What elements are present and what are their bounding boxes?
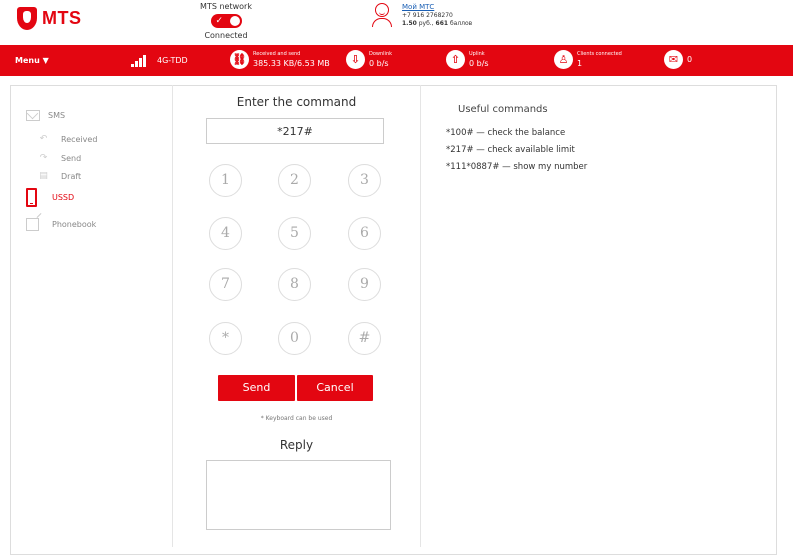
draft-icon: ▤ [39,171,48,181]
sidebar-item-ussd[interactable]: USSD [26,188,74,207]
useful-command-line: *111*0887# — show my number [446,162,588,172]
sidebar-item-phonebook[interactable]: Phonebook [26,218,96,231]
arrow-up-icon: ⇧ [446,50,465,69]
main-panel [10,85,777,555]
content-divider [420,85,421,547]
traffic-label: Received and send [253,50,301,57]
sidebar-item-sms[interactable]: SMS [26,110,65,121]
mts-logo[interactable]: MTS [17,7,82,30]
traffic-value: 385.33 KB/6.53 MB [253,58,330,68]
key-8[interactable]: 8 [278,268,311,301]
command-title: Enter the command [236,95,357,109]
user-avatar-icon [372,3,392,29]
downlink-label: Downlink [369,50,393,57]
traffic-stat: ⛓ Received and send 385.33 KB/6.53 MB [230,50,330,69]
key-3[interactable]: 3 [348,164,381,197]
sidebar-item-send[interactable]: ↷ Send [38,153,81,164]
arrow-down-icon: ⇩ [346,50,365,69]
reply-box[interactable] [206,460,391,530]
logo-text: MTS [42,8,82,28]
useful-commands-title: Useful commands [458,104,548,115]
cancel-button[interactable]: Cancel [297,375,373,401]
key-9[interactable]: 9 [348,268,381,301]
toggle-knob [229,16,240,26]
account-balance: 1.50 [402,20,417,27]
messages-count: 0 [687,55,693,64]
key-0[interactable]: 0 [278,322,311,355]
uplink-value: 0 b/s [469,58,489,68]
inbox-arrow-icon: ↶ [39,134,48,144]
clients-label: Clients connected [577,50,622,57]
sidebar-divider [172,85,173,547]
send-arrow-icon: ↷ [39,153,48,163]
network-toggle-block: MTS network ✓ Connected [196,0,256,41]
uplink-label: Uplink [469,50,485,57]
command-input[interactable] [206,118,384,144]
account-phone: +7 916 2768270 [402,12,453,19]
link-icon: ⛓ [230,50,249,69]
envelope-icon: ✉ [664,50,683,69]
menu-button[interactable]: Menu ▼ [15,45,49,76]
key-hash[interactable]: # [348,322,381,355]
useful-command-line: *217# — check available limit [446,145,575,155]
account-balance-line: 1.50 руб., 661 баллов [402,20,473,27]
useful-command-line: *100# — check the balance [446,128,566,138]
clients-value: 1 [577,58,583,68]
downlink-stat: ⇩ Downlink 0 b/s [346,50,392,69]
top-header: MTS MTS network ✓ Connected Мой МТС +7 9… [0,0,793,45]
key-7[interactable]: 7 [209,268,242,301]
network-type: 4G-TDD [157,56,188,65]
phone-icon [26,188,37,207]
key-5[interactable]: 5 [278,217,311,250]
key-star[interactable]: * [209,322,242,355]
key-6[interactable]: 6 [348,217,381,250]
sidebar-item-label: SMS [48,111,66,120]
network-toggle[interactable]: ✓ [210,14,242,28]
user-icon: ♙ [554,50,573,69]
key-4[interactable]: 4 [209,217,242,250]
downlink-value: 0 b/s [369,58,389,68]
network-status: Connected [204,31,248,40]
uplink-stat: ⇧ Uplink 0 b/s [446,50,489,69]
messages-stat[interactable]: ✉ 0 [664,50,692,69]
account-points: 661 [435,20,449,27]
status-bar: Menu ▼ 4G-TDD ⛓ Received and send 385.33… [0,45,793,76]
sidebar-item-received[interactable]: ↶ Received [38,134,98,145]
my-mts-link[interactable]: Мой МТС [402,3,472,12]
network-label: MTS network [200,2,252,11]
phonebook-icon [26,218,39,231]
signal-strength-icon [131,55,151,67]
mts-egg-icon [17,7,37,30]
clients-stat: ♙ Clients connected 1 [554,50,622,69]
envelope-icon [26,110,40,121]
key-1[interactable]: 1 [209,164,242,197]
key-2[interactable]: 2 [278,164,311,197]
check-icon: ✓ [215,16,224,26]
reply-title: Reply [279,438,314,452]
keyboard-hint: * Keyboard can be used [260,415,333,422]
send-button[interactable]: Send [218,375,295,401]
sidebar-item-draft[interactable]: ▤ Draft [38,171,81,182]
account-block: Мой МТС +7 916 2768270 1.50 руб., 661 ба… [372,3,472,29]
